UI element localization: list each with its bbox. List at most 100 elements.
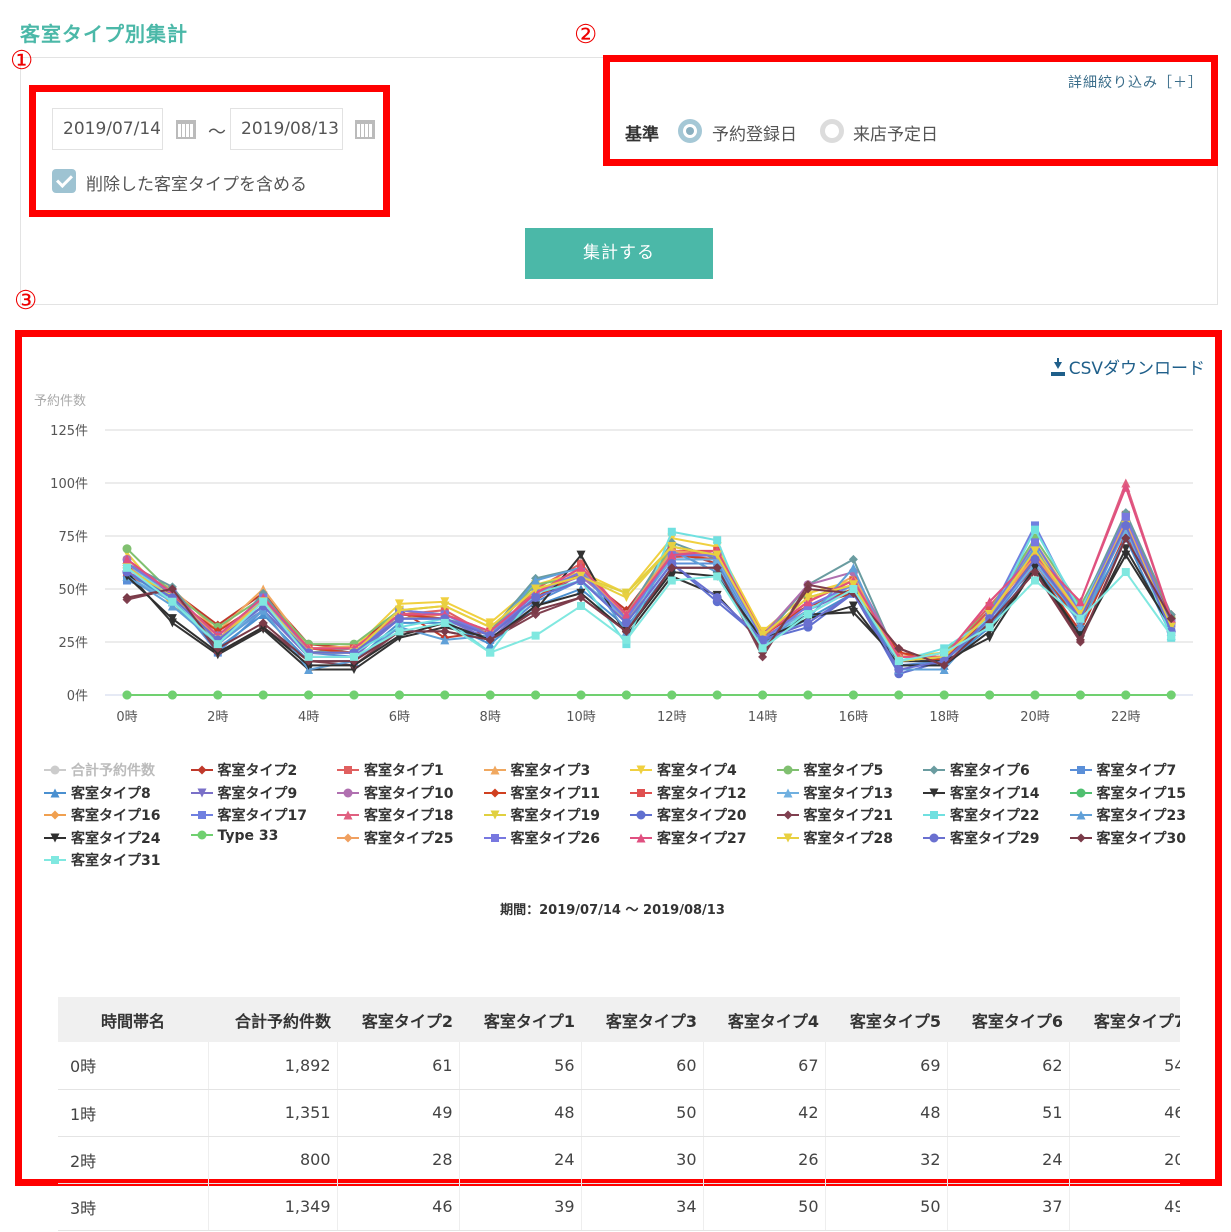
legend-item[interactable]: Type 33 bbox=[190, 828, 278, 844]
callout-number-1: ① bbox=[10, 46, 34, 76]
legend-symbol bbox=[44, 856, 66, 864]
legend-item[interactable]: 客室タイプ26 bbox=[483, 828, 600, 848]
x-tick-label: 12時 bbox=[657, 710, 687, 725]
legend-label: 客室タイプ14 bbox=[950, 785, 1040, 802]
table-row: 3時 1,349 46 39 34 50 50 37 49 bbox=[58, 1183, 1180, 1231]
column-header[interactable]: 時間帯名 bbox=[58, 997, 208, 1042]
x-tick-label: 8時 bbox=[480, 710, 501, 725]
legend-item[interactable]: 客室タイプ25 bbox=[337, 828, 453, 848]
legend-label: 客室タイプ22 bbox=[950, 808, 1040, 824]
legend-item[interactable]: 客室タイプ16 bbox=[44, 805, 161, 825]
legend-item[interactable]: 客室タイプ28 bbox=[776, 828, 893, 848]
legend-item[interactable]: 客室タイプ24 bbox=[44, 828, 161, 848]
table-row: 1時 1,351 49 48 50 42 48 51 46 bbox=[58, 1089, 1180, 1137]
column-header[interactable]: 客室タイプ7 bbox=[1069, 997, 1180, 1042]
legend-symbol bbox=[44, 788, 66, 797]
include-deleted-checkbox[interactable] bbox=[52, 169, 76, 193]
basis-radio-registration[interactable] bbox=[678, 119, 702, 143]
legend-item[interactable]: 客室タイプ2 bbox=[190, 760, 297, 780]
legend-item[interactable]: 客室タイプ5 bbox=[776, 760, 883, 780]
table-cell: 69 bbox=[825, 1042, 948, 1090]
legend-label: 客室タイプ16 bbox=[71, 808, 161, 824]
legend-label: 客室タイプ15 bbox=[1096, 785, 1186, 802]
data-point bbox=[122, 690, 132, 700]
legend-item[interactable]: 客室タイプ23 bbox=[1069, 805, 1186, 825]
legend-item[interactable]: 客室タイプ27 bbox=[630, 828, 746, 848]
calendar-icon[interactable] bbox=[355, 120, 375, 139]
legend-item[interactable]: 客室タイプ15 bbox=[1069, 783, 1186, 803]
data-point bbox=[985, 690, 995, 700]
legend-item[interactable]: 客室タイプ11 bbox=[483, 783, 600, 803]
y-axis-title: 予約件数 bbox=[34, 394, 86, 409]
table-cell: 30 bbox=[581, 1136, 704, 1184]
legend-symbol bbox=[337, 833, 359, 842]
y-tick-label: 0件 bbox=[67, 689, 88, 704]
detail-filter-link[interactable]: 詳細絞り込み［＋］ bbox=[1068, 72, 1203, 92]
legend-item[interactable]: 客室タイプ3 bbox=[483, 760, 591, 780]
legend-item[interactable]: 客室タイプ18 bbox=[337, 805, 453, 825]
basis-option-visit[interactable]: 来店予定日 bbox=[853, 120, 938, 145]
legend-label: 客室タイプ13 bbox=[803, 785, 893, 802]
legend-item[interactable]: 客室タイプ4 bbox=[630, 760, 737, 780]
data-point bbox=[894, 665, 904, 675]
date-to-input[interactable]: 2019/08/13 bbox=[230, 108, 343, 150]
data-point bbox=[622, 635, 631, 644]
data-point bbox=[1030, 690, 1040, 700]
legend-symbol bbox=[630, 788, 652, 797]
legend-symbol bbox=[1069, 788, 1092, 797]
data-point bbox=[1121, 520, 1131, 530]
column-header[interactable]: 客室タイプ2 bbox=[337, 997, 459, 1042]
basis-radio-visit[interactable] bbox=[820, 119, 844, 143]
table-cell: 24 bbox=[947, 1136, 1070, 1184]
legend-item[interactable]: 客室タイプ30 bbox=[1069, 828, 1186, 848]
csv-download-link[interactable]: CSVダウンロード bbox=[1050, 354, 1205, 379]
legend-symbol bbox=[337, 788, 359, 797]
x-tick-label: 22時 bbox=[1111, 710, 1141, 725]
aggregate-button[interactable]: 集計する bbox=[525, 228, 713, 279]
legend-item[interactable]: 客室タイプ12 bbox=[630, 783, 746, 803]
basis-option-registration[interactable]: 予約登録日 bbox=[712, 120, 797, 145]
calendar-icon[interactable] bbox=[176, 120, 196, 139]
column-header[interactable]: 合計予約件数 bbox=[208, 997, 337, 1042]
legend-symbol bbox=[630, 765, 652, 775]
legend-symbol bbox=[190, 830, 213, 839]
legend-symbol bbox=[1069, 810, 1092, 820]
data-point bbox=[848, 690, 858, 700]
column-header[interactable]: 客室タイプ6 bbox=[947, 997, 1069, 1042]
legend-item[interactable]: 客室タイプ31 bbox=[44, 850, 160, 870]
legend-item[interactable]: 客室タイプ22 bbox=[923, 805, 1040, 825]
legend-item[interactable]: 客室タイプ13 bbox=[776, 783, 893, 803]
legend-item[interactable]: 客室タイプ17 bbox=[190, 805, 307, 825]
legend-item[interactable]: 客室タイプ9 bbox=[190, 783, 297, 803]
legend-label: 客室タイプ24 bbox=[71, 830, 161, 847]
legend-item[interactable]: 客室タイプ7 bbox=[1069, 760, 1176, 780]
table-cell: 60 bbox=[581, 1042, 704, 1090]
legend-symbol bbox=[190, 765, 213, 775]
legend-item[interactable]: 客室タイプ14 bbox=[923, 783, 1040, 803]
legend-item[interactable]: 客室タイプ8 bbox=[44, 783, 151, 803]
legend-item[interactable]: 客室タイプ10 bbox=[337, 783, 453, 803]
table-cell: 24 bbox=[459, 1136, 582, 1184]
legend-symbol bbox=[190, 788, 213, 797]
column-header[interactable]: 客室タイプ5 bbox=[825, 997, 947, 1042]
date-from-input[interactable]: 2019/07/14 bbox=[52, 108, 163, 150]
data-point bbox=[485, 690, 495, 700]
column-header[interactable]: 客室タイプ1 bbox=[459, 997, 581, 1042]
data-point bbox=[440, 618, 449, 627]
legend-item[interactable]: 客室タイプ6 bbox=[923, 760, 1030, 780]
data-table-viewport[interactable]: 時間帯名 合計予約件数 客室タイプ2 客室タイプ1 客室タイプ3 客室タイプ4 客室タイプ5… bbox=[58, 997, 1180, 1232]
legend-item[interactable]: 客室タイプ19 bbox=[483, 805, 600, 825]
legend-label: 客室タイプ3 bbox=[510, 763, 591, 779]
legend-symbol bbox=[44, 765, 66, 775]
legend-item[interactable]: 客室タイプ21 bbox=[776, 805, 893, 825]
data-point bbox=[758, 644, 767, 653]
column-header[interactable]: 客室タイプ4 bbox=[703, 997, 825, 1042]
legend-symbol bbox=[776, 788, 799, 797]
legend-item[interactable]: 客室タイプ20 bbox=[630, 805, 746, 825]
legend-item[interactable]: 合計予約件数 bbox=[44, 760, 155, 780]
column-header[interactable]: 客室タイプ3 bbox=[581, 997, 703, 1042]
data-point bbox=[1075, 690, 1085, 700]
legend-item[interactable]: 客室タイプ29 bbox=[923, 828, 1039, 848]
legend-item[interactable]: 客室タイプ1 bbox=[337, 760, 444, 780]
data-point bbox=[758, 690, 768, 700]
